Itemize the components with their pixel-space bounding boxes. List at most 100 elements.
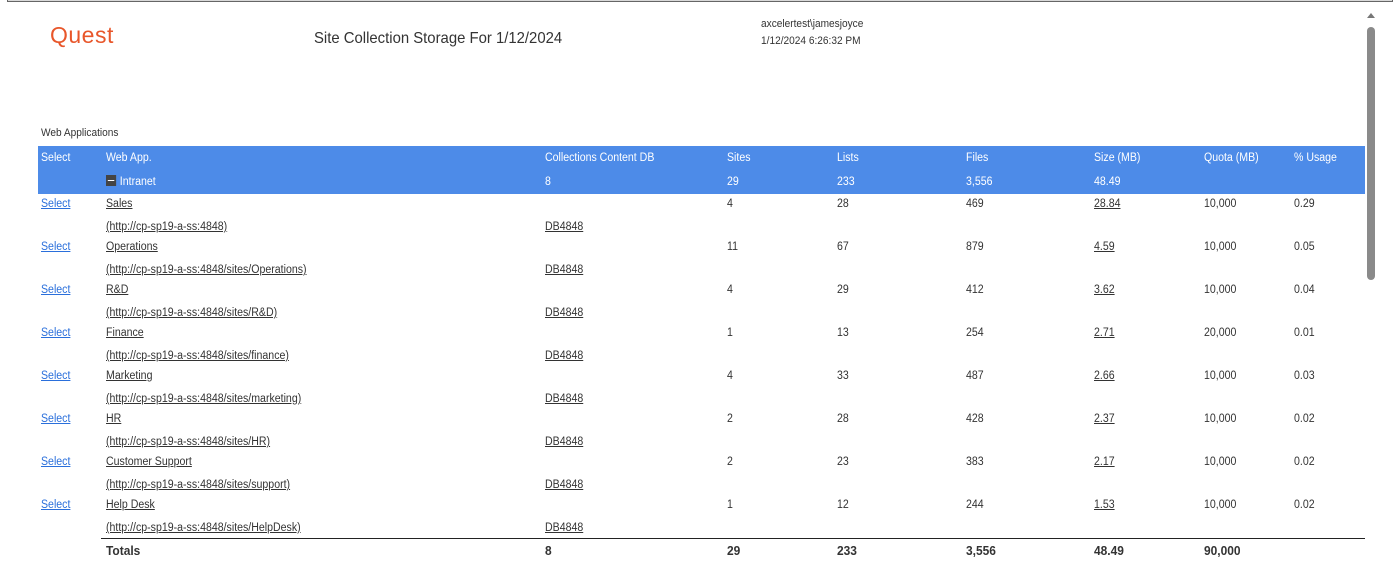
row-lists: 28 [837,413,849,425]
row-size-link[interactable]: 3.62 [1094,280,1115,300]
site-url-link[interactable]: (http://cp-sp19-a-ss:4848/sites/marketin… [106,388,301,410]
grid-header-row: Select Web App. Collections Content DB S… [38,146,1365,170]
group-sites: 29 [727,176,739,188]
row-size-link[interactable]: 2.37 [1094,409,1115,429]
site-name-link[interactable]: Customer Support [106,452,192,472]
content-db-link[interactable]: DB4848 [545,517,583,539]
row-files: 244 [966,499,984,511]
select-link[interactable]: Select [41,452,70,472]
site-url-link[interactable]: (http://cp-sp19-a-ss:4848/sites/finance) [106,345,289,367]
totals-label: Totals [106,543,141,558]
content-db-link[interactable]: DB4848 [545,302,583,324]
group-row-intranet: Intranet 8 29 233 3,556 48.49 [38,170,1365,194]
row-usage: 0.29 [1294,198,1315,210]
totals-size: 48.49 [1094,543,1124,558]
site-name-link[interactable]: Operations [106,237,158,257]
select-link[interactable]: Select [41,323,70,343]
select-link[interactable]: Select [41,280,70,300]
row-usage: 0.04 [1294,284,1315,296]
row-lists: 23 [837,456,849,468]
table-row-url: (http://cp-sp19-a-ss:4848/sites/support)… [38,474,1365,495]
col-header-content-db: Collections Content DB [545,152,655,164]
table-row: Select Customer Support 2 23 383 2.17 10,000 0.… [38,452,1365,474]
table-row-url: (http://cp-sp19-a-ss:4848/sites/Operatio… [38,259,1365,280]
select-link[interactable]: Select [41,194,70,214]
totals-sites: 29 [727,543,741,558]
col-header-web-app: Web App. [106,152,152,164]
row-size-link[interactable]: 4.59 [1094,237,1115,257]
site-url-link[interactable]: (http://cp-sp19-a-ss:4848) [106,216,227,238]
row-quota: 10,000 [1204,413,1237,425]
col-header-files: Files [966,152,989,164]
site-name-link[interactable]: Help Desk [106,495,155,515]
table-row: Select Operations 11 67 879 4.59 10,000 0.05 [38,237,1365,259]
scroll-up-arrow-icon[interactable] [1367,13,1375,18]
content-db-link[interactable]: DB4848 [545,345,583,367]
content-db-link[interactable]: DB4848 [545,259,583,281]
row-files: 412 [966,284,984,296]
window-frame-top [7,0,1393,2]
row-files: 487 [966,370,984,382]
row-size-link[interactable]: 2.66 [1094,366,1115,386]
site-url-link[interactable]: (http://cp-sp19-a-ss:4848/sites/HelpDesk… [106,517,301,539]
site-name-link[interactable]: Finance [106,323,144,343]
table-row-url: (http://cp-sp19-a-ss:4848/sites/marketin… [38,388,1365,409]
report-timestamp: 1/12/2024 6:26:32 PM [761,35,861,47]
row-lists: 67 [837,241,849,253]
minus-square-icon[interactable] [106,175,117,186]
group-collections: 8 [545,176,551,188]
scroll-thumb[interactable] [1367,27,1375,280]
report-title: Site Collection Storage For 1/12/2024 [314,30,563,47]
table-row: Select Marketing 4 33 487 2.66 10,000 0.03 [38,366,1365,388]
row-lists: 12 [837,499,849,511]
site-name-link[interactable]: HR [106,409,121,429]
row-lists: 33 [837,370,849,382]
row-lists: 29 [837,284,849,296]
row-size-link[interactable]: 2.71 [1094,323,1115,343]
row-quota: 10,000 [1204,241,1237,253]
site-url-link[interactable]: (http://cp-sp19-a-ss:4848/sites/support) [106,474,290,496]
select-link[interactable]: Select [41,495,70,515]
col-header-lists: Lists [837,152,859,164]
site-url-link[interactable]: (http://cp-sp19-a-ss:4848/sites/R&D) [106,302,277,324]
row-quota: 10,000 [1204,499,1237,511]
row-lists: 28 [837,198,849,210]
row-size-link[interactable]: 28.84 [1094,194,1120,214]
col-header-size: Size (MB) [1094,152,1141,164]
col-header-quota: Quota (MB) [1204,152,1259,164]
col-header-sites: Sites [727,152,751,164]
row-sites: 2 [727,413,733,425]
totals-collections: 8 [545,543,552,558]
table-row: Select HR 2 28 428 2.37 10,000 0.02 [38,409,1365,431]
content-db-link[interactable]: DB4848 [545,474,583,496]
site-name-link[interactable]: Marketing [106,366,152,386]
row-size-link[interactable]: 2.17 [1094,452,1115,472]
group-toggle[interactable]: Intranet [106,170,156,194]
report-meta: axcelertest\jamesjoyce 1/12/2024 6:26:32… [761,16,863,50]
row-sites: 4 [727,198,733,210]
row-size-link[interactable]: 1.53 [1094,495,1115,515]
site-url-link[interactable]: (http://cp-sp19-a-ss:4848/sites/Operatio… [106,259,307,281]
col-header-select: Select [41,152,71,164]
select-link[interactable]: Select [41,409,70,429]
site-name-link[interactable]: R&D [106,280,128,300]
section-label: Web Applications [41,127,119,139]
row-files: 254 [966,327,984,339]
select-link[interactable]: Select [41,366,70,386]
select-link[interactable]: Select [41,237,70,257]
row-sites: 11 [727,241,738,253]
table-row: Select Help Desk 1 12 244 1.53 10,000 0.02 [38,495,1365,517]
content-db-link[interactable]: DB4848 [545,388,583,410]
vertical-scrollbar[interactable] [1366,10,1376,570]
table-row: Select Finance 1 13 254 2.71 20,000 0.01 [38,323,1365,345]
row-usage: 0.01 [1294,327,1315,339]
quest-logo: Quest [50,22,114,48]
site-name-link[interactable]: Sales [106,194,132,214]
totals-quota: 90,000 [1204,543,1241,558]
site-url-link[interactable]: (http://cp-sp19-a-ss:4848/sites/HR) [106,431,270,453]
content-db-link[interactable]: DB4848 [545,216,583,238]
row-usage: 0.05 [1294,241,1315,253]
content-db-link[interactable]: DB4848 [545,431,583,453]
row-quota: 10,000 [1204,370,1237,382]
totals-lists: 233 [837,543,857,558]
